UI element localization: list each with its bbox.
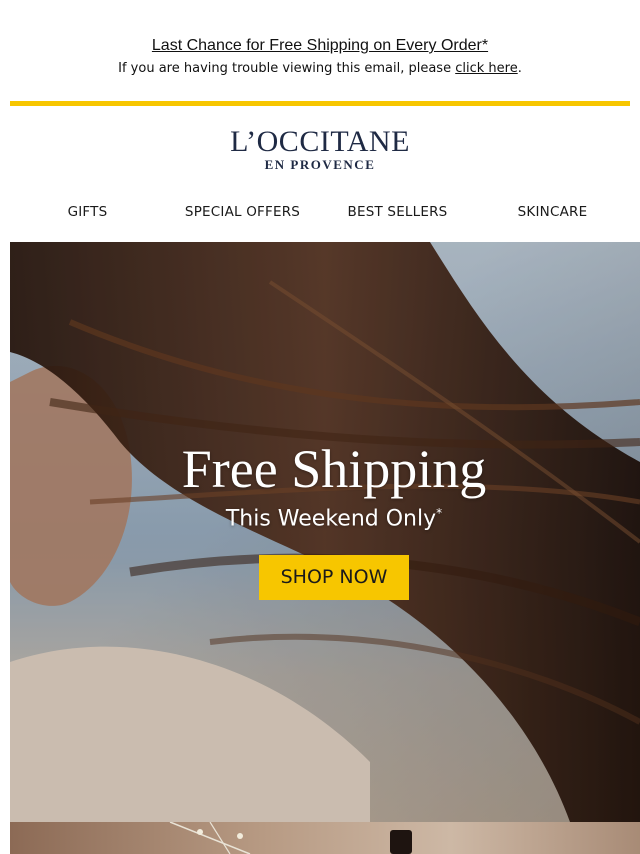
email-preheader: Last Chance for Free Shipping on Every O… bbox=[0, 0, 640, 76]
nav-item-best-sellers[interactable]: BEST SELLERS bbox=[320, 204, 475, 220]
nav-item-gifts[interactable]: GIFTS bbox=[10, 204, 165, 220]
next-section-image-preview[interactable] bbox=[10, 822, 640, 854]
hero-asterisk: * bbox=[436, 506, 443, 520]
nav-item-special-offers[interactable]: SPECIAL OFFERS bbox=[165, 204, 320, 220]
shop-now-button[interactable]: SHOP NOW bbox=[259, 555, 409, 601]
yellow-divider bbox=[10, 101, 630, 106]
click-here-link[interactable]: click here bbox=[455, 61, 517, 76]
hero-subtitle-text: This Weekend Only bbox=[225, 506, 437, 532]
hero-subtitle: This Weekend Only* bbox=[10, 506, 640, 531]
hero-copy: Free Shipping This Weekend Only* SHOP NO… bbox=[10, 439, 640, 601]
logo-tagline: EN PROVENCE bbox=[264, 157, 376, 172]
view-in-browser-text: If you are having trouble viewing this e… bbox=[0, 61, 640, 76]
main-navigation: GIFTS SPECIAL OFFERS BEST SELLERS SKINCA… bbox=[10, 204, 630, 220]
product-bottle-image bbox=[169, 822, 412, 854]
nav-item-skincare[interactable]: SKINCARE bbox=[475, 204, 630, 220]
trouble-viewing-period: . bbox=[517, 61, 522, 76]
free-shipping-headline-link[interactable]: Last Chance for Free Shipping on Every O… bbox=[152, 37, 488, 55]
logo-wordmark: L’OCCITANE bbox=[230, 125, 410, 158]
hero-banner[interactable]: Free Shipping This Weekend Only* SHOP NO… bbox=[10, 242, 640, 822]
brand-logo[interactable]: L’OCCITANE EN PROVENCE bbox=[0, 127, 640, 173]
hero-title: Free Shipping bbox=[181, 439, 487, 499]
trouble-viewing-text: If you are having trouble viewing this e… bbox=[118, 61, 456, 76]
